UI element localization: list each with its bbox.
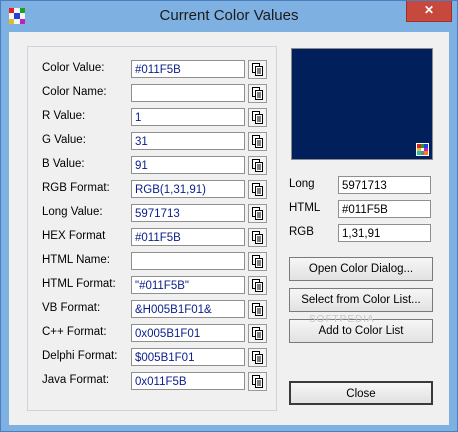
copy-icon [252,183,263,196]
long-summary-field[interactable]: 5971713 [338,176,431,194]
field-row: HTML Name: [42,252,272,272]
field-row: R Value: 1 [42,108,272,128]
field-label: R Value: [42,110,86,122]
softpedia-watermark: SOFTPEDIA [309,314,375,325]
open-color-dialog-button[interactable]: Open Color Dialog... [289,257,433,281]
field-row: G Value: 31 [42,132,272,152]
field-row: Color Value: #011F5B [42,60,272,80]
color-values-window: Current Color Values ✕ Color Value: #011F… [0,0,458,432]
rgb-summary-label: RGB [289,226,314,238]
copy-button[interactable] [248,372,267,391]
field-row: C++ Format: 0x005B1F01 [42,324,272,344]
close-button-label: Close [346,388,376,400]
copy-icon [252,279,263,292]
title-bar: Current Color Values ✕ [1,1,457,31]
field-label: Delphi Format: [42,350,118,362]
copy-icon [252,231,263,244]
field-value-input[interactable]: &H005B1F01& [131,300,245,318]
field-value-input[interactable]: 31 [131,132,245,150]
field-value-input[interactable] [131,252,245,270]
field-row: Color Name: [42,84,272,104]
copy-icon [252,63,263,76]
rgb-summary-row: RGB 1,31,91 [289,224,439,244]
field-row: VB Format: &H005B1F01& [42,300,272,320]
copy-button[interactable] [248,348,267,367]
copy-icon [252,207,263,220]
window-close-button[interactable]: ✕ [406,1,452,22]
window-title: Current Color Values [159,7,299,24]
copy-button[interactable] [248,252,267,271]
copy-icon [252,351,263,364]
html-summary-label: HTML [289,202,321,214]
copy-button[interactable] [248,228,267,247]
field-row: B Value: 91 [42,156,272,176]
field-row: HTML Format: "#011F5B" [42,276,272,296]
field-value-input[interactable]: "#011F5B" [131,276,245,294]
field-row: Long Value: 5971713 [42,204,272,224]
html-summary-field[interactable]: #011F5B [338,200,431,218]
copy-icon [252,375,263,388]
copy-button[interactable] [248,204,267,223]
field-label: HTML Format: [42,278,116,290]
field-label: RGB Format: [42,182,110,194]
field-value-input[interactable]: #011F5B [131,60,245,78]
field-value-input[interactable]: 91 [131,156,245,174]
field-value-input[interactable]: 1 [131,108,245,126]
copy-button[interactable] [248,276,267,295]
field-label: C++ Format: [42,326,107,338]
long-summary-row: Long 5971713 [289,176,439,196]
copy-icon [252,135,263,148]
field-row: Delphi Format: $005B1F01 [42,348,272,368]
dialog-client-area: Color Value: #011F5B Color Name: R Value: 1 G… [9,32,449,425]
field-label: B Value: [42,158,85,170]
field-value-input[interactable]: #011F5B [131,228,245,246]
field-row: HEX Format #011F5B [42,228,272,248]
html-summary-row: HTML #011F5B [289,200,439,220]
copy-icon [252,87,263,100]
field-label: Color Name: [42,86,107,98]
copy-button[interactable] [248,132,267,151]
field-value-input[interactable]: RGB(1,31,91) [131,180,245,198]
copy-button[interactable] [248,108,267,127]
field-row: Java Format: 0x011F5B [42,372,272,392]
field-row: RGB Format: RGB(1,31,91) [42,180,272,200]
select-from-color-list-label: Select from Color List... [301,294,421,306]
copy-icon [252,255,263,268]
open-color-dialog-label: Open Color Dialog... [308,263,414,275]
field-value-input[interactable]: 0x005B1F01 [131,324,245,342]
field-label: HTML Name: [42,254,110,266]
field-label: Java Format: [42,374,110,386]
copy-button[interactable] [248,156,267,175]
close-button[interactable]: Close [289,381,433,405]
copy-button[interactable] [248,60,267,79]
field-label: HEX Format [42,230,106,242]
copy-icon [252,327,263,340]
field-label: Long Value: [42,206,103,218]
copy-button[interactable] [248,300,267,319]
copy-icon [252,303,263,316]
field-value-input[interactable] [131,84,245,102]
field-label: Color Value: [42,62,105,74]
palette-icon[interactable] [416,143,429,156]
copy-button[interactable] [248,324,267,343]
field-value-input[interactable]: 0x011F5B [131,372,245,390]
field-label: VB Format: [42,302,101,314]
field-label: G Value: [42,134,86,146]
field-value-input[interactable]: 5971713 [131,204,245,222]
field-value-input[interactable]: $005B1F01 [131,348,245,366]
select-from-color-list-button[interactable]: Select from Color List... [289,288,433,312]
color-formats-group: Color Value: #011F5B Color Name: R Value: 1 G… [27,46,277,411]
copy-button[interactable] [248,180,267,199]
copy-icon [252,159,263,172]
rgb-summary-field[interactable]: 1,31,91 [338,224,431,242]
long-summary-label: Long [289,178,315,190]
color-preview-swatch [291,48,433,160]
copy-icon [252,111,263,124]
copy-button[interactable] [248,84,267,103]
